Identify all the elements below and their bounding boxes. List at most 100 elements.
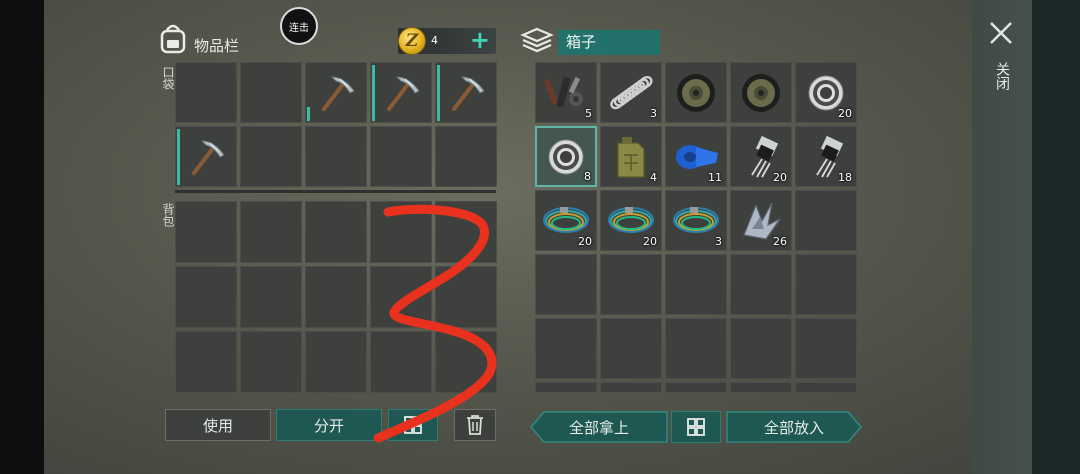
empty-slot[interactable]: [370, 201, 432, 263]
section-divider: [175, 190, 496, 193]
close-icon[interactable]: [988, 20, 1014, 46]
empty-slot[interactable]: [240, 266, 302, 328]
empty-slot[interactable]: [175, 62, 237, 123]
container-grid: 5 3 20 8 4 11 20 18 20 20 3 26: [535, 62, 857, 392]
backpack-grid: [175, 201, 497, 393]
empty-slot[interactable]: [665, 254, 727, 315]
inventory-slot-spring[interactable]: 3: [600, 62, 662, 123]
empty-slot[interactable]: [535, 254, 597, 315]
empty-slot[interactable]: [730, 382, 792, 392]
empty-slot[interactable]: [175, 266, 237, 328]
take-all-label: 全部拿上: [568, 418, 629, 437]
empty-slot[interactable]: [435, 126, 497, 187]
empty-slot[interactable]: [435, 201, 497, 263]
inventory-slot-disc[interactable]: [665, 62, 727, 123]
item-count: 20: [578, 235, 592, 248]
sort-inventory-button[interactable]: [388, 409, 438, 441]
empty-slot[interactable]: [795, 382, 857, 392]
inventory-screen: 物品栏 连击 Z 4 + 箱子 关闭 口袋 背包 5 3 20 8 4 11 20 18 20 2…: [0, 0, 1080, 474]
screen-edge-right: [1032, 0, 1080, 474]
item-count: 3: [715, 235, 722, 248]
item-count: 11: [708, 171, 722, 184]
item-count: 18: [838, 171, 852, 184]
inventory-slot-wire[interactable]: 3: [665, 190, 727, 251]
empty-slot[interactable]: [665, 318, 727, 379]
inventory-slot-wire[interactable]: 20: [535, 190, 597, 251]
coin-amount: 4: [431, 34, 438, 47]
empty-slot[interactable]: [305, 201, 367, 263]
inventory-slot-jerrycan[interactable]: 4: [600, 126, 662, 187]
inventory-slot-wire[interactable]: 20: [600, 190, 662, 251]
close-label[interactable]: 关闭: [992, 62, 1012, 90]
empty-slot[interactable]: [175, 201, 237, 263]
inventory-slot-transistor[interactable]: 20: [730, 126, 792, 187]
empty-slot[interactable]: [370, 126, 432, 187]
durability-bar: [307, 107, 310, 121]
pocket-grid: [175, 62, 497, 187]
item-count: 20: [643, 235, 657, 248]
backpack-icon: [160, 24, 186, 54]
empty-slot[interactable]: [600, 318, 662, 379]
empty-slot[interactable]: [175, 331, 237, 393]
combo-label: 连击: [289, 22, 309, 34]
coin-icon: Z: [398, 27, 426, 55]
empty-slot[interactable]: [240, 201, 302, 263]
container-title: 箱子: [558, 30, 660, 55]
item-count: 4: [650, 171, 657, 184]
item-count: 26: [773, 235, 787, 248]
empty-slot[interactable]: [305, 266, 367, 328]
empty-slot[interactable]: [665, 382, 727, 392]
empty-slot[interactable]: [305, 126, 367, 187]
empty-slot[interactable]: [795, 254, 857, 315]
item-count: 5: [585, 107, 592, 120]
empty-slot[interactable]: [795, 190, 857, 251]
coin-symbol: Z: [405, 31, 419, 51]
inventory-slot-bearing[interactable]: 8: [535, 126, 597, 187]
empty-slot[interactable]: [370, 266, 432, 328]
put-all-label: 全部放入: [763, 418, 824, 437]
empty-slot[interactable]: [535, 318, 597, 379]
item-count: 20: [773, 171, 787, 184]
empty-slot[interactable]: [240, 126, 302, 187]
use-button-label: 使用: [202, 416, 233, 435]
empty-slot[interactable]: [730, 254, 792, 315]
pickaxe-icon: [176, 127, 236, 186]
sort-container-button[interactable]: [671, 411, 721, 443]
empty-slot[interactable]: [240, 62, 302, 123]
inventory-slot-pickaxe[interactable]: [435, 62, 497, 123]
inventory-slot-pickaxe[interactable]: [370, 62, 432, 123]
inventory-slot-pickaxe[interactable]: [305, 62, 367, 123]
inventory-slot-disc[interactable]: [730, 62, 792, 123]
add-coins-button[interactable]: +: [470, 26, 490, 54]
currency-bar: Z 4 +: [398, 26, 496, 55]
durability-bar: [372, 65, 375, 121]
screen-edge-left: [0, 0, 44, 474]
take-all-button[interactable]: 全部拿上: [530, 411, 668, 443]
pickaxe-icon: [306, 63, 366, 122]
inventory-slot-scrap-metal[interactable]: 26: [730, 190, 792, 251]
durability-bar: [177, 129, 180, 185]
inventory-slot-pickaxe[interactable]: [175, 126, 237, 187]
empty-slot[interactable]: [600, 382, 662, 392]
empty-slot[interactable]: [730, 318, 792, 379]
empty-slot[interactable]: [240, 331, 302, 393]
combo-button[interactable]: 连击: [280, 7, 318, 45]
put-all-button[interactable]: 全部放入: [726, 411, 862, 443]
empty-slot[interactable]: [795, 318, 857, 379]
empty-slot[interactable]: [370, 331, 432, 393]
inventory-slot-bearing[interactable]: 20: [795, 62, 857, 123]
inventory-slot-transistor[interactable]: 18: [795, 126, 857, 187]
use-button[interactable]: 使用: [165, 409, 271, 441]
item-count: 20: [838, 107, 852, 120]
inventory-slot-tape[interactable]: 11: [665, 126, 727, 187]
pickaxe-icon: [436, 63, 496, 122]
split-button[interactable]: 分开: [276, 409, 382, 441]
empty-slot[interactable]: [305, 331, 367, 393]
empty-slot[interactable]: [435, 331, 497, 393]
sort-grid-icon: [404, 416, 422, 434]
empty-slot[interactable]: [535, 382, 597, 392]
empty-slot[interactable]: [600, 254, 662, 315]
inventory-slot-tools[interactable]: 5: [535, 62, 597, 123]
trash-button[interactable]: [454, 409, 496, 441]
empty-slot[interactable]: [435, 266, 497, 328]
